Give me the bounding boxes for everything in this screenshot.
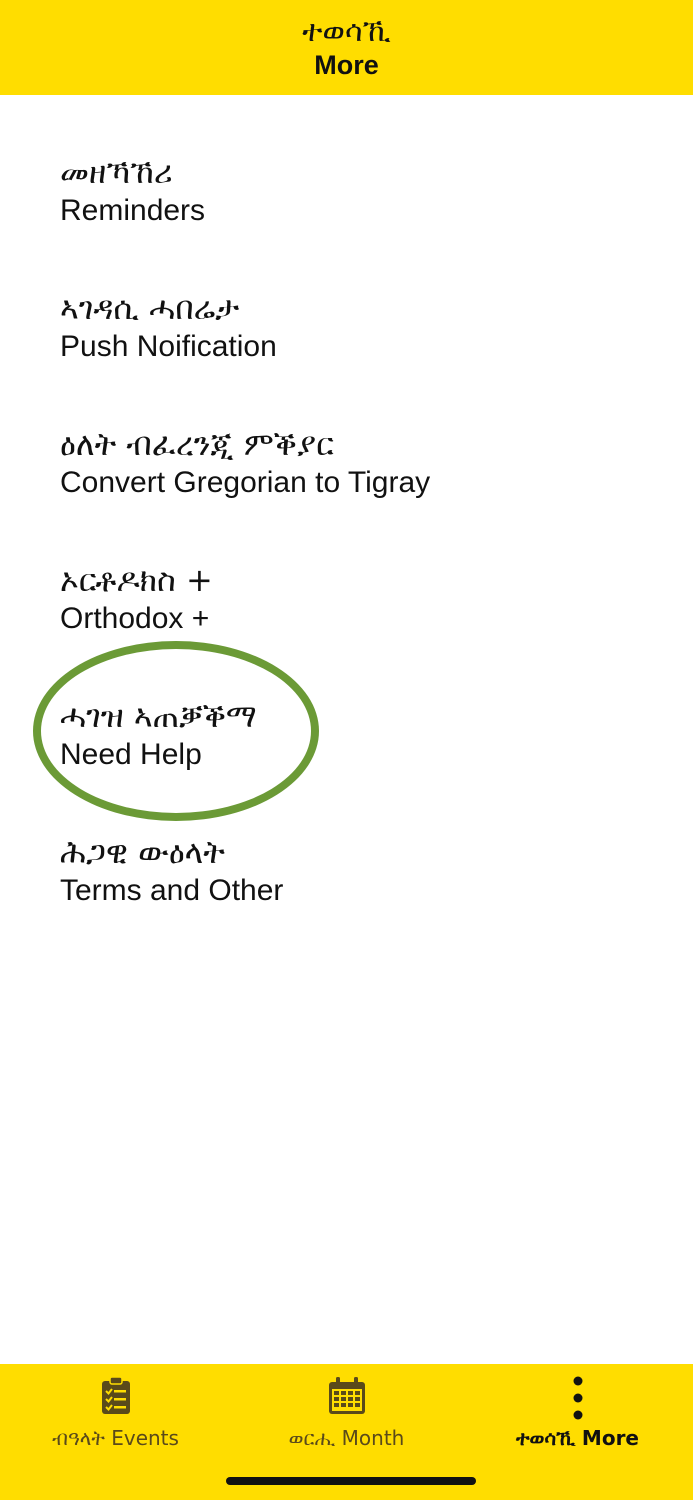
menu-item-reminders[interactable]: መዘኻኸሪ Reminders — [60, 151, 660, 261]
menu-item-label-tigrinya: ሕጋዊ ውዕላት — [60, 833, 225, 871]
menu-item-push-notification[interactable]: ኣገዳሲ ሓበሬታ Push Noification — [60, 287, 660, 397]
menu-item-label: Terms and Other — [60, 874, 284, 907]
menu-item-label: Orthodox + — [60, 602, 210, 635]
menu-item-label-tigrinya: ኣገዳሲ ሓበሬታ — [60, 289, 240, 327]
tab-month[interactable]: ወርሒ Month — [231, 1364, 462, 1464]
menu-item-label: Reminders — [60, 194, 206, 227]
menu-item-label: Push Noification — [60, 330, 277, 363]
menu-item-convert-gregorian[interactable]: ዕለት ብፈረንጂ ምቕያር Convert Gregorian to Tigr… — [60, 423, 660, 533]
menu-item-terms[interactable]: ሕጋዊ ውዕላት Terms and Other — [60, 831, 660, 941]
tab-label: ወርሒ Month — [288, 1426, 405, 1450]
menu-item-label-tigrinya: ዕለት ብፈረንጂ ምቕያር — [60, 425, 334, 463]
menu-item-label-tigrinya: መዘኻኸሪ — [60, 153, 173, 191]
tab-label: ብዓላት Events — [52, 1426, 179, 1450]
header-bar: ተወሳኺ More — [0, 0, 693, 95]
menu-item-label-tigrinya: ኦርቶዶክስ + — [60, 561, 213, 599]
tab-more[interactable]: ተወሳኺ More — [462, 1364, 693, 1464]
tab-label: ተወሳኺ More — [516, 1426, 639, 1450]
page-title-tigrinya: ተወሳኺ — [302, 14, 391, 49]
calendar-icon — [327, 1376, 367, 1420]
tab-events[interactable]: ብዓላት Events — [0, 1364, 231, 1464]
menu-item-label: Need Help — [60, 738, 202, 771]
bottom-tab-bar: ብዓላት Events ወርሒ Month ተወሳኺ More — [0, 1364, 693, 1500]
home-indicator[interactable] — [226, 1477, 476, 1485]
menu-item-label-tigrinya: ሓገዝ ኣጠቓቕማ — [60, 697, 257, 735]
menu-item-orthodox[interactable]: ኦርቶዶክስ + Orthodox + — [60, 559, 660, 669]
checklist-icon — [99, 1376, 133, 1420]
menu-item-need-help[interactable]: ሓገዝ ኣጠቓቕማ Need Help — [60, 695, 660, 805]
page-title: More — [314, 50, 379, 80]
menu-item-label: Convert Gregorian to Tigray — [60, 466, 431, 499]
more-vertical-icon — [571, 1376, 585, 1424]
